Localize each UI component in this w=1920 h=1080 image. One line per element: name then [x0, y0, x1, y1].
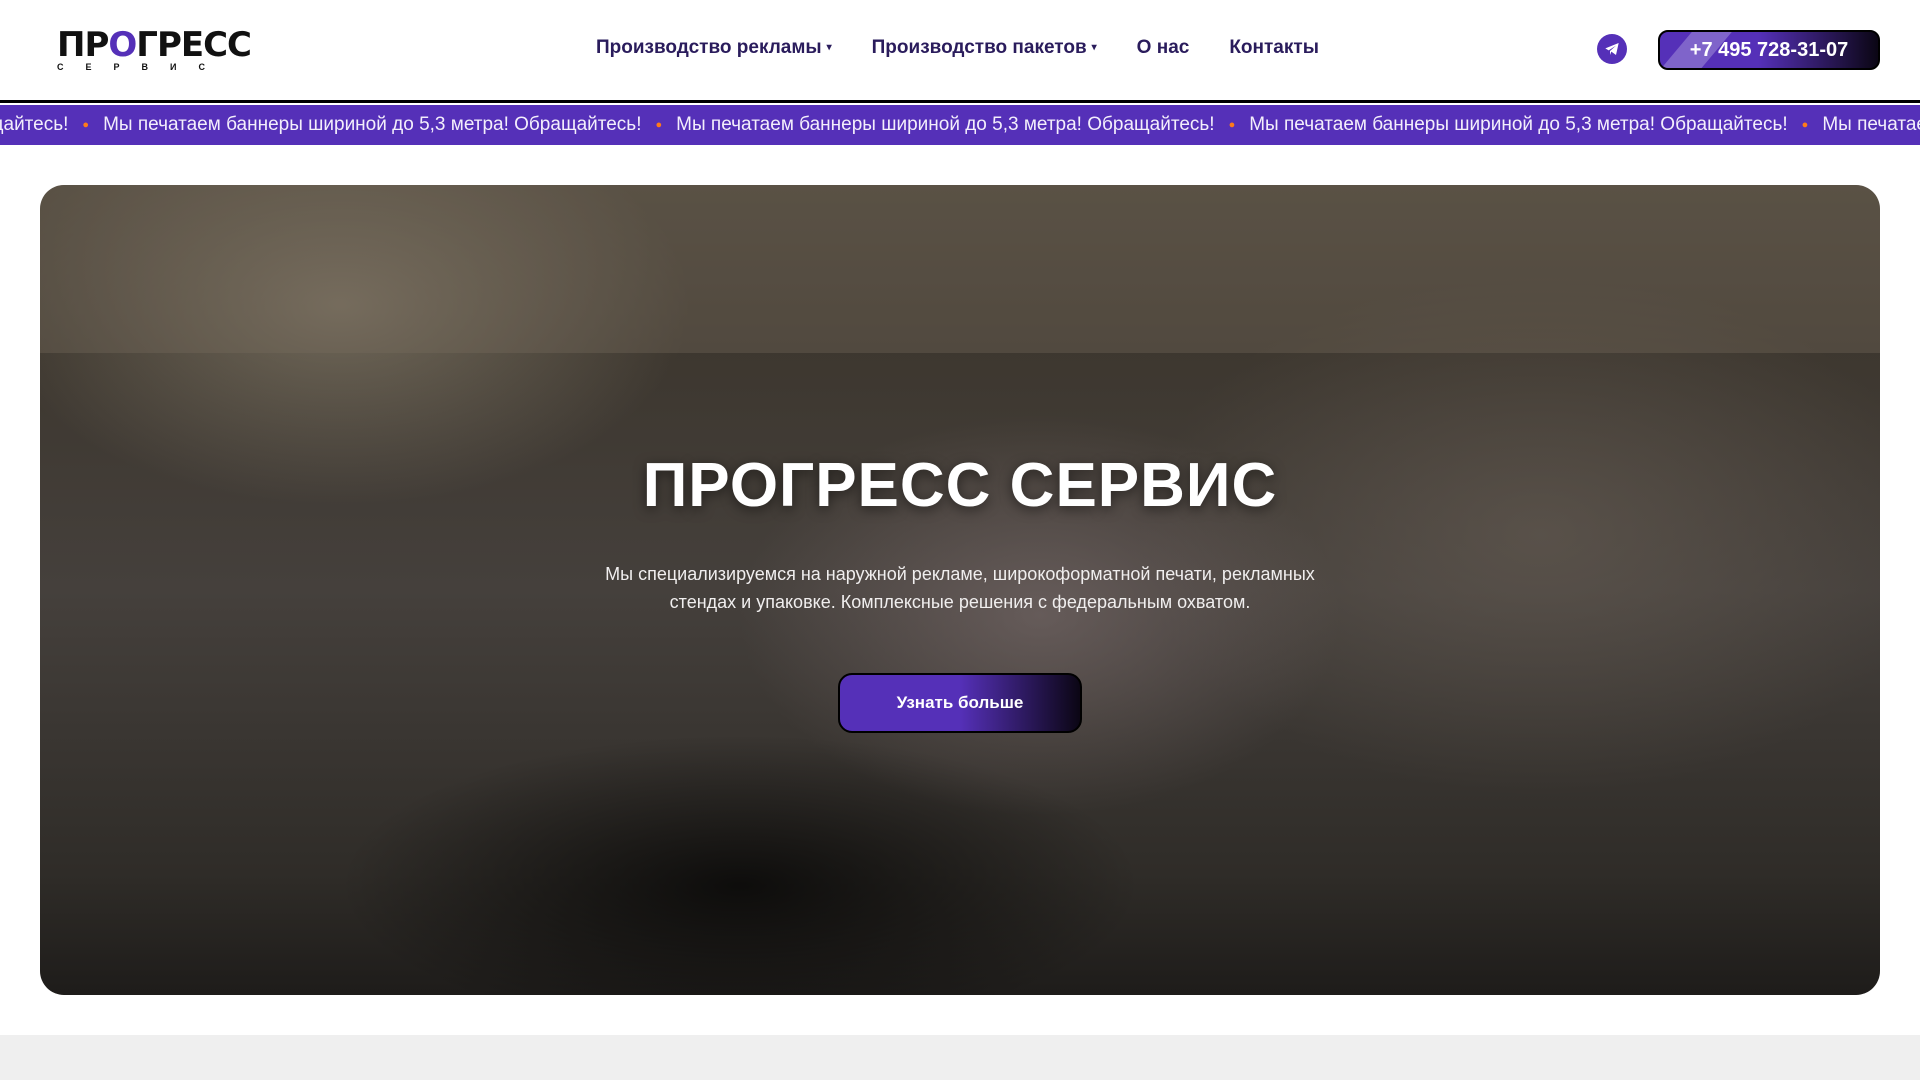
fire-icon: ●	[655, 119, 663, 131]
phone-button[interactable]: +7 495 728-31-07	[1658, 30, 1880, 70]
logo-wordmark: ПРОГРЕСС	[57, 25, 252, 65]
marquee-item: Мы печатаем баннеры шириной до 5,3 метра…	[1822, 105, 1920, 145]
nav-label: Производство рекламы	[596, 37, 822, 58]
hero-section: ПРОГРЕСС СЕРВИС Мы специализируемся на н…	[40, 185, 1880, 995]
marquee-item: Мы печатаем баннеры шириной до 5,3 метра…	[0, 105, 103, 145]
marquee-item: Мы печатаем баннеры шириной до 5,3 метра…	[1249, 105, 1822, 145]
logo[interactable]: ПРОГРЕСС СЕРВИС	[57, 25, 252, 72]
telegram-icon[interactable]	[1597, 34, 1627, 64]
marquee-text: Мы печатаем баннеры шириной до 5,3 метра…	[676, 114, 1215, 135]
main-nav: Производство рекламы ▾ Производство пакет…	[596, 37, 1319, 59]
hero-title: ПРОГРЕСС СЕРВИС	[642, 451, 1278, 520]
marquee-text: Мы печатаем баннеры шириной до 5,3 метра…	[1822, 114, 1920, 135]
logo-subtitle: СЕРВИС	[57, 62, 227, 72]
marquee-item: Мы печатаем баннеры шириной до 5,3 метра…	[103, 105, 676, 145]
site-header: ПРОГРЕСС СЕРВИС Производство рекламы ▾ Пр…	[0, 0, 1920, 100]
marquee-text: Мы печатаем баннеры шириной до 5,3 метра…	[0, 114, 69, 135]
fire-icon: ●	[82, 119, 90, 131]
marquee-track: Мы печатаем баннеры шириной до 5,3 метра…	[0, 105, 1920, 145]
fire-icon: ●	[1801, 119, 1809, 131]
nav-packaging-production[interactable]: Производство пакетов ▾	[872, 37, 1097, 59]
hero-background-image	[40, 185, 1880, 353]
nav-contacts[interactable]: Контакты	[1229, 37, 1319, 59]
nav-about[interactable]: О нас	[1137, 37, 1190, 59]
hero-subtitle: Мы специализируемся на наружной рекламе,…	[605, 564, 1315, 612]
nav-label: Производство пакетов	[871, 37, 1087, 58]
nav-advertising-production[interactable]: Производство рекламы ▾	[596, 37, 832, 59]
chevron-down-icon: ▾	[826, 42, 832, 54]
fire-icon: ●	[1228, 119, 1236, 131]
announcement-marquee: Мы печатаем баннеры шириной до 5,3 метра…	[0, 105, 1920, 145]
chevron-down-icon: ▾	[1091, 42, 1097, 54]
marquee-text: Мы печатаем баннеры шириной до 5,3 метра…	[103, 114, 642, 135]
marquee-text: Мы печатаем баннеры шириной до 5,3 метра…	[1249, 114, 1788, 135]
marquee-item: Мы печатаем баннеры шириной до 5,3 метра…	[676, 105, 1249, 145]
learn-more-button[interactable]: Узнать больше	[838, 673, 1082, 733]
next-section	[0, 1035, 1920, 1080]
header-divider	[0, 100, 1920, 103]
